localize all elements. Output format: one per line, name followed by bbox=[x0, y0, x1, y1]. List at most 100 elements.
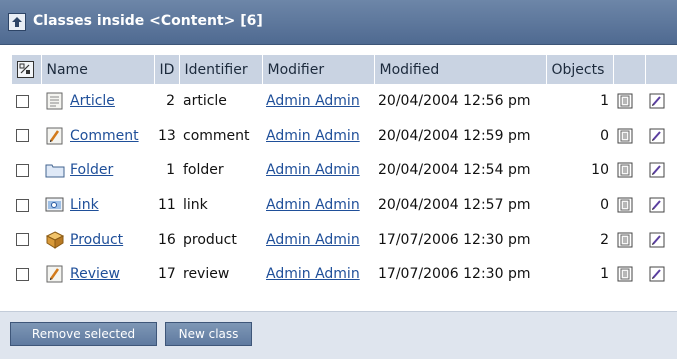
remove-selected-button[interactable]: Remove selected bbox=[10, 322, 157, 346]
col-edit bbox=[645, 55, 677, 84]
objects-cell: 1 bbox=[546, 84, 613, 119]
up-arrow-icon[interactable] bbox=[8, 13, 26, 31]
modifier-link[interactable]: Admin Admin bbox=[266, 197, 360, 213]
review-icon bbox=[45, 265, 65, 283]
classes-table: Name ID Identifier Modifier Modified Obj… bbox=[12, 55, 677, 292]
objects-cell: 0 bbox=[546, 187, 613, 223]
modifier-cell: Admin Admin bbox=[262, 84, 374, 119]
edit-cell bbox=[645, 84, 677, 119]
window-title: Classes inside <Content> [6] bbox=[33, 13, 263, 29]
table-row: Product 16 product Admin Admin 17/07/2006 12… bbox=[12, 222, 677, 257]
class-name-link[interactable]: Folder bbox=[70, 162, 113, 178]
table-row: Review 17 review Admin Admin 17/07/2006 12:3… bbox=[12, 256, 677, 292]
copy-icon[interactable] bbox=[617, 266, 633, 282]
invert-selection-icon[interactable] bbox=[17, 61, 34, 78]
edit-icon[interactable] bbox=[649, 197, 665, 213]
identifier-cell: comment bbox=[179, 118, 262, 154]
row-checkbox[interactable] bbox=[16, 198, 29, 212]
edit-cell bbox=[645, 222, 677, 257]
modified-cell: 17/07/2006 12:30 pm bbox=[374, 222, 546, 257]
modified-cell: 20/04/2004 12:59 pm bbox=[374, 118, 546, 154]
modifier-cell: Admin Admin bbox=[262, 118, 374, 154]
modifier-link[interactable]: Admin Admin bbox=[266, 162, 360, 178]
edit-cell bbox=[645, 118, 677, 154]
new-class-button[interactable]: New class bbox=[165, 322, 252, 346]
objects-cell: 0 bbox=[546, 118, 613, 154]
modified-cell: 20/04/2004 12:54 pm bbox=[374, 153, 546, 188]
name-cell: Folder bbox=[41, 153, 154, 188]
modified-cell: 20/04/2004 12:56 pm bbox=[374, 84, 546, 119]
id-cell: 2 bbox=[154, 84, 179, 119]
class-name-link[interactable]: Product bbox=[70, 232, 123, 248]
col-identifier: Identifier bbox=[179, 55, 263, 84]
edit-icon[interactable] bbox=[649, 266, 665, 282]
article-icon bbox=[45, 92, 65, 110]
link-icon bbox=[45, 196, 65, 214]
identifier-cell: link bbox=[179, 187, 262, 223]
col-objects: Objects bbox=[546, 55, 614, 84]
col-id: ID bbox=[154, 55, 180, 84]
modified-cell: 20/04/2004 12:57 pm bbox=[374, 187, 546, 223]
row-checkbox[interactable] bbox=[16, 129, 29, 143]
id-cell: 13 bbox=[154, 118, 179, 154]
identifier-cell: product bbox=[179, 222, 262, 257]
modifier-link[interactable]: Admin Admin bbox=[266, 93, 360, 109]
table-row: Folder 1 folder Admin Admin 20/04/2004 12:54… bbox=[12, 153, 677, 188]
modifier-link[interactable]: Admin Admin bbox=[266, 128, 360, 144]
col-copy bbox=[613, 55, 646, 84]
table-row: Comment 13 comment Admin Admin 20/04/2004 12… bbox=[12, 118, 677, 154]
id-cell: 1 bbox=[154, 153, 179, 188]
edit-icon[interactable] bbox=[649, 162, 665, 178]
comment-icon bbox=[45, 127, 65, 145]
table-row: Article 2 article Admin Admin 20/04/2004 12:… bbox=[12, 84, 677, 119]
modifier-cell: Admin Admin bbox=[262, 187, 374, 223]
row-select-cell[interactable] bbox=[12, 222, 41, 257]
modifier-link[interactable]: Admin Admin bbox=[266, 232, 360, 248]
edit-cell bbox=[645, 187, 677, 223]
table-row: Link 11 link Admin Admin 20/04/2004 12:57 pm… bbox=[12, 187, 677, 223]
copy-icon[interactable] bbox=[617, 162, 633, 178]
name-cell: Article bbox=[41, 84, 154, 119]
copy-icon[interactable] bbox=[617, 232, 633, 248]
row-select-cell[interactable] bbox=[12, 118, 41, 154]
row-checkbox[interactable] bbox=[16, 233, 29, 247]
edit-icon[interactable] bbox=[649, 93, 665, 109]
col-name: Name bbox=[41, 55, 155, 84]
window-titlebar: Classes inside <Content> [6] bbox=[0, 0, 677, 45]
class-name-link[interactable]: Link bbox=[70, 197, 99, 213]
edit-cell bbox=[645, 256, 677, 292]
class-name-link[interactable]: Review bbox=[70, 266, 120, 282]
identifier-cell: article bbox=[179, 84, 262, 119]
objects-cell: 1 bbox=[546, 256, 613, 292]
edit-icon[interactable] bbox=[649, 128, 665, 144]
copy-cell bbox=[613, 256, 645, 292]
col-modifier: Modifier bbox=[262, 55, 375, 84]
name-cell: Comment bbox=[41, 118, 154, 154]
modifier-link[interactable]: Admin Admin bbox=[266, 266, 360, 282]
row-select-cell[interactable] bbox=[12, 256, 41, 292]
row-checkbox[interactable] bbox=[16, 163, 29, 177]
class-name-link[interactable]: Article bbox=[70, 93, 115, 109]
edit-icon[interactable] bbox=[649, 232, 665, 248]
copy-icon[interactable] bbox=[617, 93, 633, 109]
name-cell: Link bbox=[41, 187, 154, 223]
class-name-link[interactable]: Comment bbox=[70, 128, 139, 144]
copy-icon[interactable] bbox=[617, 197, 633, 213]
objects-cell: 2 bbox=[546, 222, 613, 257]
row-checkbox[interactable] bbox=[16, 267, 29, 281]
edit-cell bbox=[645, 153, 677, 188]
name-cell: Product bbox=[41, 222, 154, 257]
select-all-header[interactable] bbox=[12, 55, 42, 84]
row-checkbox[interactable] bbox=[16, 94, 29, 108]
row-select-cell[interactable] bbox=[12, 187, 41, 223]
copy-cell bbox=[613, 153, 645, 188]
identifier-cell: folder bbox=[179, 153, 262, 188]
copy-cell bbox=[613, 222, 645, 257]
copy-icon[interactable] bbox=[617, 128, 633, 144]
folder-icon bbox=[45, 161, 65, 179]
row-select-cell[interactable] bbox=[12, 84, 41, 119]
id-cell: 16 bbox=[154, 222, 179, 257]
identifier-cell: review bbox=[179, 256, 262, 292]
row-select-cell[interactable] bbox=[12, 153, 41, 188]
modified-cell: 17/07/2006 12:30 pm bbox=[374, 256, 546, 292]
